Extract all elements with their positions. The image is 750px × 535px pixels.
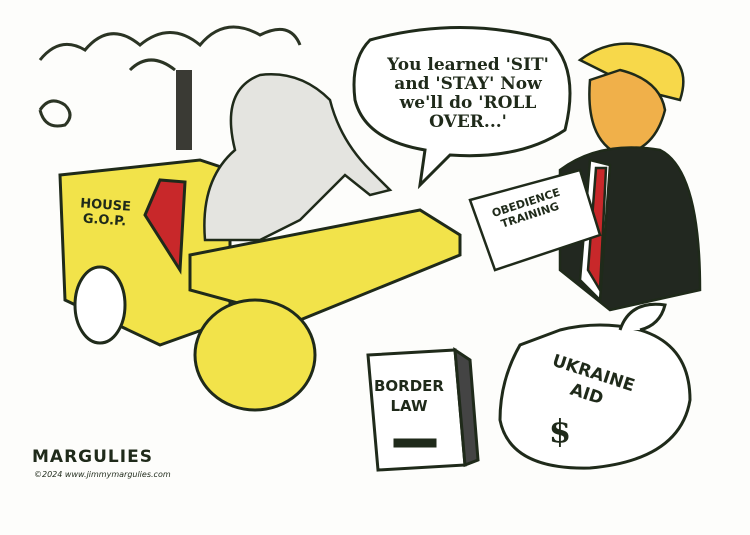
copyright-text: ©2024 www.jimmymargulies.com <box>34 470 171 479</box>
artist-signature: MARGULIES <box>32 447 153 467</box>
steamroller-label: HOUSE G.O.P. <box>79 196 132 230</box>
dollar-sign-icon: $ <box>548 412 572 450</box>
speech-bubble-text: You learned 'SIT' and 'STAY' Now we'll d… <box>387 55 549 132</box>
exhaust-pipe <box>176 70 192 150</box>
cartoon: You learned 'SIT' and 'STAY' Now we'll d… <box>0 0 750 535</box>
book-label: BORDER LAW <box>374 377 444 415</box>
